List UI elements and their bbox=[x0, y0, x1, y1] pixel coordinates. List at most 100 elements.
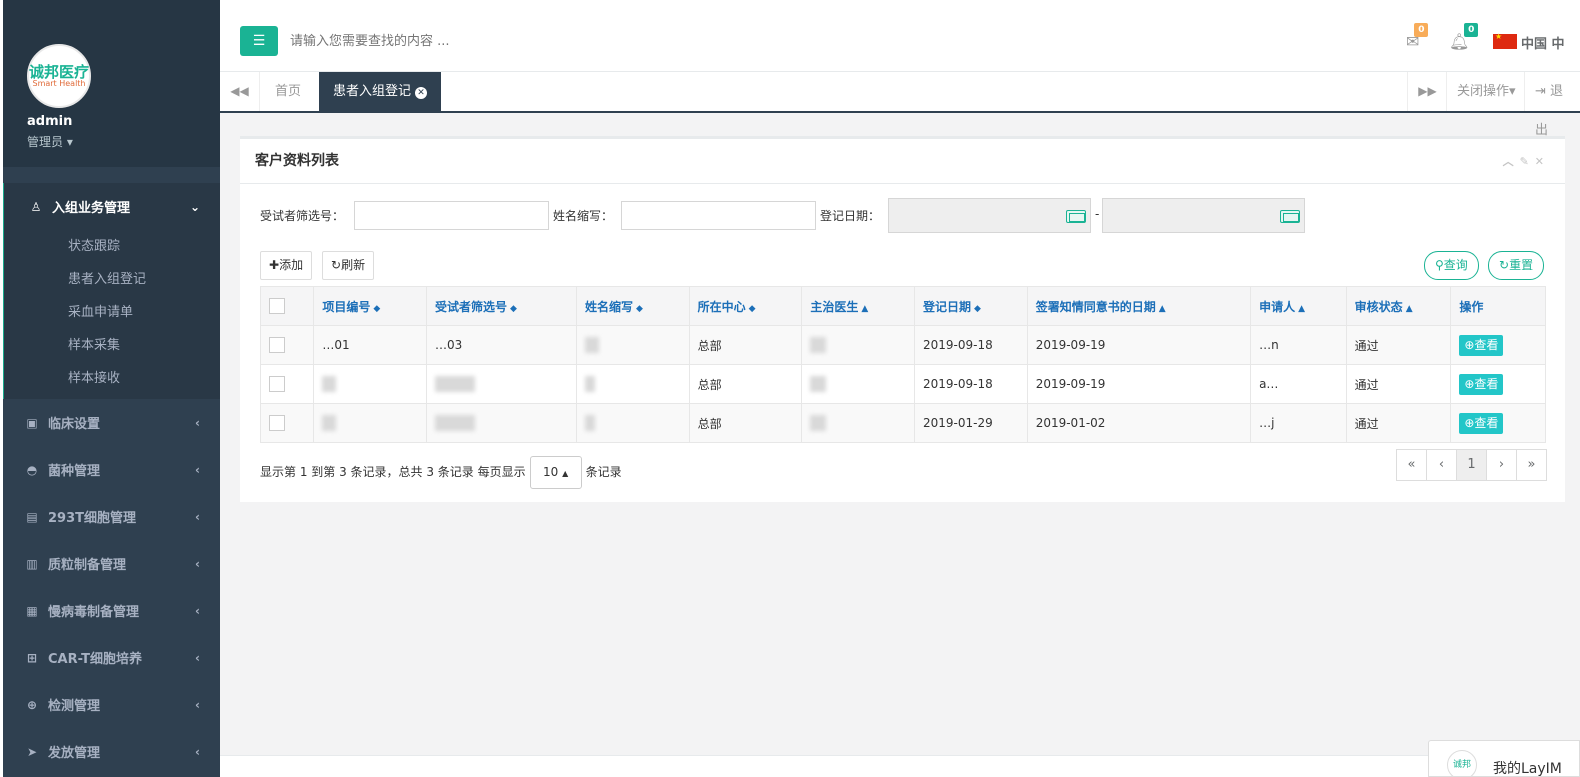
doctor-cell bbox=[801, 403, 915, 443]
collapse-icon[interactable]: ︿ bbox=[1503, 155, 1520, 168]
close-icon[interactable]: ✕ bbox=[1535, 155, 1550, 168]
submenu-item-registration[interactable]: 患者入组登记 bbox=[4, 263, 220, 296]
column-header[interactable]: 受试者筛选号 ◆ bbox=[426, 286, 577, 326]
user-md-icon: ♙ bbox=[30, 199, 42, 214]
sidebar-item-cart[interactable]: ⊞ CAR-T细胞培养 ‹ bbox=[0, 634, 220, 681]
column-header[interactable]: 登记日期 ◆ bbox=[914, 286, 1028, 326]
reg-date-start-input[interactable] bbox=[888, 198, 1091, 233]
company-logo: 诚邦医疗 Smart Health bbox=[27, 44, 91, 108]
table-row[interactable]: …01 …03 总部 2019-09-18 2019-09-19 …n 通过 ⊕… bbox=[259, 325, 1546, 365]
column-header[interactable]: 签署知情同意书的日期 ▲ bbox=[1026, 286, 1252, 326]
header-label: 所在中心 bbox=[697, 299, 746, 314]
page-1-button[interactable]: 1 bbox=[1456, 449, 1487, 481]
row-checkbox[interactable] bbox=[269, 337, 285, 353]
sidebar-item-strain[interactable]: ◓ 菌种管理 ‹ bbox=[0, 446, 220, 493]
calendar-icon[interactable] bbox=[1280, 210, 1300, 223]
name-abbr-cell bbox=[575, 364, 690, 404]
layim-widget[interactable]: 诚邦 我的LayIM bbox=[1428, 740, 1580, 777]
bars-icon: ☰ bbox=[252, 33, 266, 49]
sidebar-item-293t[interactable]: ▤ 293T细胞管理 ‹ bbox=[0, 493, 220, 540]
bug-icon: ◓ bbox=[26, 462, 38, 477]
view-button[interactable]: ⊕查看 bbox=[1459, 334, 1504, 356]
next-page-button[interactable]: › bbox=[1486, 449, 1517, 481]
sign-out-icon: ⇥ bbox=[1535, 84, 1546, 99]
column-header[interactable]: 姓名缩写 ◆ bbox=[575, 286, 690, 326]
name-abbr-input[interactable] bbox=[621, 201, 816, 230]
profile-name[interactable]: admin bbox=[27, 114, 72, 129]
redacted-value bbox=[584, 337, 599, 353]
select-all-checkbox[interactable] bbox=[269, 298, 285, 314]
last-page-button[interactable]: » bbox=[1516, 449, 1547, 481]
header-label: 项目编号 bbox=[322, 299, 371, 314]
column-header[interactable]: 审核状态 ▲ bbox=[1345, 286, 1452, 326]
column-header[interactable]: 申请人 ▲ bbox=[1250, 286, 1347, 326]
close-tab-icon[interactable]: ✕ bbox=[415, 87, 428, 99]
sort-asc-icon: ▲ bbox=[1298, 303, 1306, 314]
submenu-item-sample-receive[interactable]: 样本接收 bbox=[4, 362, 220, 395]
column-header[interactable]: 项目编号 ◆ bbox=[313, 286, 428, 326]
tabs-scroll-left-button[interactable]: ◀◀ bbox=[220, 72, 260, 111]
sidebar-item-enrollment[interactable]: ♙ 入组业务管理 ⌄ bbox=[4, 183, 220, 230]
table-row[interactable]: 总部 2019-09-18 2019-09-19 a… 通过 ⊕查看 bbox=[259, 364, 1546, 404]
page-size-dropdown[interactable]: 10 ▲ bbox=[529, 456, 582, 489]
add-label: 添加 bbox=[279, 258, 304, 272]
first-page-button[interactable]: « bbox=[1396, 449, 1427, 481]
row-checkbox[interactable] bbox=[269, 415, 285, 431]
calendar-icon[interactable] bbox=[1066, 210, 1086, 223]
row-checkbox[interactable] bbox=[269, 376, 285, 392]
notification-button[interactable]: 🔔︎ 0 bbox=[1449, 23, 1479, 51]
submenu-item-blood-request[interactable]: 采血申请单 bbox=[4, 296, 220, 329]
refresh-button[interactable]: ↻刷新 bbox=[322, 251, 375, 280]
column-header[interactable]: 所在中心 ◆ bbox=[688, 286, 803, 326]
chevron-left-icon: ‹ bbox=[195, 744, 200, 759]
profile-role-dropdown[interactable]: 管理员 ▾ bbox=[27, 133, 73, 150]
view-button[interactable]: ⊕查看 bbox=[1459, 412, 1504, 434]
sidebar-item-label: 临床设置 bbox=[48, 417, 101, 432]
submenu-item-sample-collection[interactable]: 样本采集 bbox=[4, 329, 220, 362]
view-button[interactable]: ⊕查看 bbox=[1459, 373, 1504, 395]
search-input[interactable] bbox=[290, 29, 790, 53]
action-cell: ⊕查看 bbox=[1450, 364, 1546, 404]
query-button[interactable]: ⚲查询 bbox=[1424, 251, 1479, 280]
patient-table: 项目编号 ◆ 受试者筛选号 ◆ 姓名缩写 ◆ 所在中心 ◆ 主治医生 ▲ 登记日期 ◆ 签署… bbox=[259, 286, 1546, 443]
reg-date-end-input[interactable] bbox=[1102, 198, 1305, 233]
mail-button[interactable]: ✉ 0 bbox=[1406, 23, 1429, 51]
left-strip bbox=[0, 0, 3, 777]
logo-text: 诚邦医疗 bbox=[29, 63, 90, 81]
project-no-cell bbox=[313, 403, 428, 443]
panel-tools: ︿✎✕ bbox=[1503, 139, 1550, 184]
logout-button[interactable]: ⇥ 退出 bbox=[1524, 72, 1580, 138]
close-operations-dropdown[interactable]: 关闭操作▾ bbox=[1446, 72, 1526, 111]
sidebar-item-clinical[interactable]: ▣ 临床设置 ‹ bbox=[0, 399, 220, 446]
wrench-icon[interactable]: ✎ bbox=[1520, 155, 1535, 168]
add-button[interactable]: ✚添加 bbox=[260, 251, 313, 280]
language-selector[interactable]: 中国 中 bbox=[1521, 33, 1565, 52]
menu-toggle-button[interactable]: ☰ bbox=[240, 26, 278, 56]
sort-asc-icon: ▲ bbox=[1405, 303, 1413, 314]
sidebar-item-label: CAR-T细胞培养 bbox=[48, 652, 142, 667]
menu-group-enrollment: ♙ 入组业务管理 ⌄ 状态跟踪 患者入组登记 采血申请单 样本采集 样本接收 bbox=[0, 183, 220, 399]
tabs-scroll-right-button[interactable]: ▶▶ bbox=[1407, 72, 1447, 111]
consent-date-cell: 2019-01-02 bbox=[1026, 403, 1252, 443]
action-cell: ⊕查看 bbox=[1450, 403, 1546, 443]
chevron-left-icon: ‹ bbox=[195, 415, 200, 430]
zoom-in-icon: ⊕ bbox=[1464, 415, 1475, 430]
prev-page-button[interactable]: ‹ bbox=[1426, 449, 1457, 481]
column-header: 操作 bbox=[1450, 286, 1546, 326]
tab-home[interactable]: 首页 bbox=[261, 72, 315, 111]
tab-patient-registration[interactable]: 患者入组登记 ✕ bbox=[319, 72, 442, 111]
screening-no-cell: …03 bbox=[426, 325, 577, 365]
customer-list-panel: 客户资料列表 ︿✎✕ 受试者筛选号： 姓名缩写： 登记日期： - ✚添加 ↻刷新… bbox=[240, 136, 1565, 502]
table-row[interactable]: 总部 2019-01-29 2019-01-02 …j 通过 ⊕查看 bbox=[259, 403, 1546, 443]
sidebar-item-plasmid[interactable]: ▥ 质粒制备管理 ‹ bbox=[0, 540, 220, 587]
sidebar-item-dispatch[interactable]: ➤ 发放管理 ‹ bbox=[0, 728, 220, 775]
reset-button[interactable]: ↻重置 bbox=[1488, 251, 1545, 280]
china-flag-icon[interactable] bbox=[1493, 32, 1517, 49]
sidebar-item-testing[interactable]: ⊕ 检测管理 ‹ bbox=[0, 681, 220, 728]
status-cell: 通过 bbox=[1345, 364, 1452, 404]
screening-no-input[interactable] bbox=[354, 201, 549, 230]
submenu-item-status[interactable]: 状态跟踪 bbox=[4, 230, 220, 263]
sidebar-item-lentivirus[interactable]: ▦ 慢病毒制备管理 ‹ bbox=[0, 587, 220, 634]
column-header[interactable]: 主治医生 ▲ bbox=[801, 286, 915, 326]
reg-date-cell: 2019-09-18 bbox=[914, 364, 1028, 404]
